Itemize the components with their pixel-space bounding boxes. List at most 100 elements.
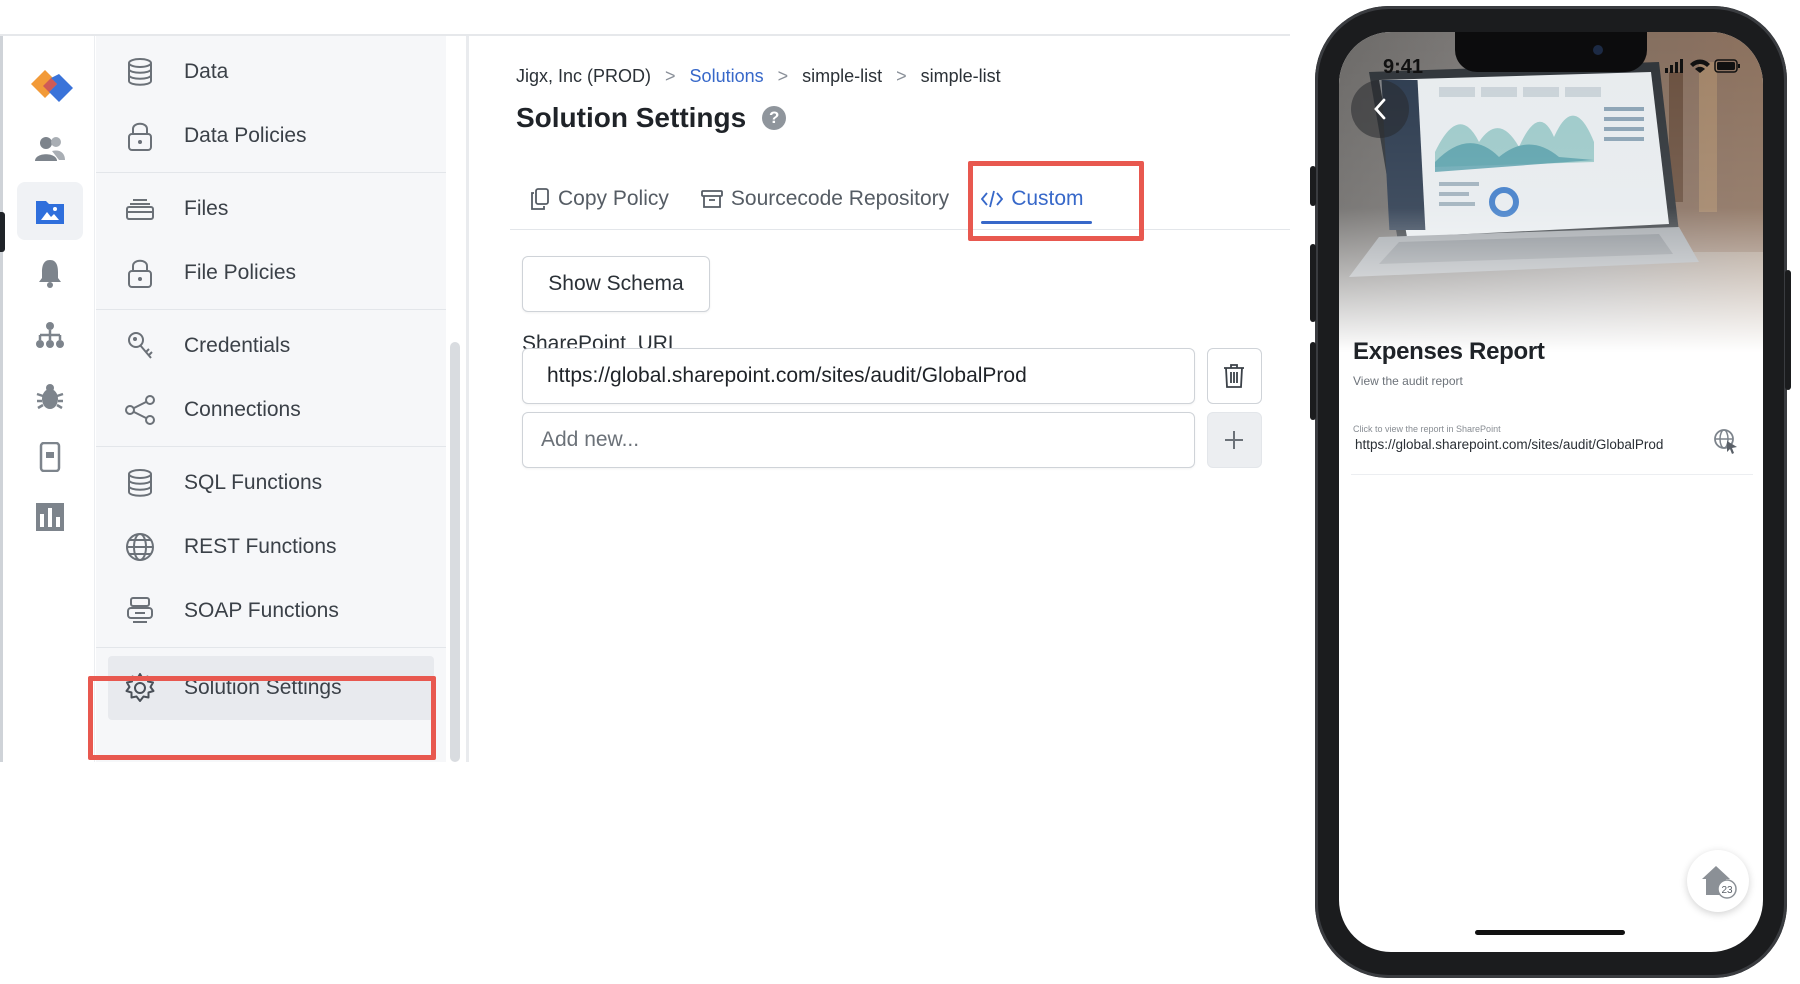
database-icon [120,52,160,92]
sidebar-item-data[interactable]: Data [96,40,446,104]
status-time: 9:41 [1383,56,1424,78]
tab-sourcecode-repository[interactable]: Sourcecode Repository [689,168,969,230]
delete-button[interactable] [1206,348,1262,404]
tab-copy-policy[interactable]: Copy Policy [510,168,689,230]
tab-label: Sourcecode Repository [730,186,950,210]
home-indicator [1475,930,1625,935]
rail-hierarchy[interactable] [17,306,83,364]
sidebar-group-settings: Solution Settings [96,648,446,724]
breadcrumb-separator: > [777,66,789,86]
lock-icon [120,253,160,293]
database-icon [120,463,160,503]
sidebar-item-label: Data [184,60,229,83]
bug-icon [36,384,64,410]
help-icon[interactable]: ? [762,106,787,130]
sidebar-scrollbar[interactable] [450,342,460,762]
rail-solutions[interactable] [17,182,83,240]
settings-tabs: Copy Policy Sourcecode Repository Custom [510,168,1290,230]
laptop-photo [1339,32,1763,352]
report-hero-image [1339,32,1763,352]
solutions-icon [36,201,64,224]
sidebar-item-files[interactable]: Files [96,177,446,241]
globe-icon [120,527,160,567]
bell-icon [39,260,61,288]
add-new-row: Add new... [522,412,1262,468]
report-title: Expenses Report [1353,338,1545,365]
tab-label: Custom [1011,186,1084,210]
sidebar-item-soap-functions[interactable]: SOAP Functions [96,579,446,643]
sidebar-item-label: REST Functions [184,535,337,558]
users-icon [35,137,65,161]
copy-icon [531,187,549,210]
rail-mobile[interactable] [17,428,83,486]
breadcrumb-solution[interactable]: simple-list [802,66,882,87]
gear-icon [120,668,160,708]
tab-label: Copy Policy [558,186,669,210]
sharepoint-link[interactable]: https://global.sharepoint.com/sites/audi… [1355,437,1663,452]
plus-icon [1225,431,1244,449]
mobile-icon [39,442,61,472]
sidebar-item-credentials[interactable]: Credentials [96,314,446,378]
page-title-text: Solution Settings [516,102,747,133]
camera-dot [1593,45,1603,55]
hierarchy-icon [36,322,64,348]
sharepoint-url-row: https://global.sharepoint.com/sites/audi… [522,348,1262,404]
icon-rail [0,36,95,762]
power-button [1785,270,1791,390]
sidebar-group-connectivity: Credentials Connections [96,310,446,447]
home-button[interactable]: 23 [1687,850,1749,912]
rail-dashboard[interactable] [17,488,83,546]
sidebar-item-data-policies[interactable]: Data Policies [96,104,446,168]
trash-icon [1224,364,1245,388]
phone-screen: 9:41 Expenses Report View the audit repo… [1339,32,1763,952]
breadcrumb: Jigx, Inc (PROD) > Solutions > simple-li… [516,66,1001,87]
main-content: Jigx, Inc (PROD) > Solutions > simple-li… [470,36,1290,762]
sidebar-item-label: Solution Settings [184,676,342,699]
report-subtitle: View the audit report [1353,374,1463,388]
soap-icon [120,591,160,631]
click-globe-icon[interactable] [1713,428,1739,454]
sidebar-item-solution-settings[interactable]: Solution Settings [108,656,434,720]
list-divider [1351,474,1753,475]
sidebar-item-file-policies[interactable]: File Policies [96,241,446,305]
sidebar-item-label: Data Policies [184,124,307,147]
breadcrumb-solutions[interactable]: Solutions [690,66,764,87]
sidebar-item-sql-functions[interactable]: SQL Functions [96,451,446,515]
add-new-input[interactable]: Add new... [522,412,1195,468]
sidebar-item-label: Connections [184,398,301,421]
sidebar: Data Data Policies Files File Policies C… [96,36,446,762]
link-caption: Click to view the report in SharePoint [1353,424,1501,434]
sidebar-item-label: Credentials [184,334,291,357]
rail-debug[interactable] [17,368,83,426]
jigx-logo [31,70,73,102]
breadcrumb-separator: > [896,66,907,86]
chevron-left-icon [1374,98,1386,120]
sidebar-item-connections[interactable]: Connections [96,378,446,442]
phone-notch [1455,32,1647,72]
volume-down-button [1310,342,1316,420]
share-icon [120,390,160,430]
breadcrumb-org[interactable]: Jigx, Inc (PROD) [516,66,651,87]
rail-users[interactable] [17,120,83,178]
rail-notifications[interactable] [17,244,83,302]
page-title: Solution Settings ? [516,102,787,134]
tab-custom[interactable]: Custom [969,168,1103,230]
sidebar-group-data: Data Data Policies [96,36,446,173]
sidebar-item-label: SQL Functions [184,471,323,494]
rail-active-marker [0,212,5,252]
sidebar-item-rest-functions[interactable]: REST Functions [96,515,446,579]
volume-up-button [1310,244,1316,322]
sidebar-group-files: Files File Policies [96,173,446,310]
files-icon [120,189,160,229]
dashboard-icon [36,503,64,531]
lock-icon [120,116,160,156]
sidebar-item-label: SOAP Functions [184,599,339,622]
show-schema-button[interactable]: Show Schema [522,256,710,312]
sidebar-divider [466,36,469,762]
back-button[interactable] [1351,80,1409,138]
sharepoint-url-input[interactable]: https://global.sharepoint.com/sites/audi… [522,348,1195,404]
add-button[interactable] [1206,412,1262,468]
breadcrumb-separator: > [665,66,676,86]
code-icon [981,190,1004,207]
home-icon: 23 [1702,866,1737,899]
